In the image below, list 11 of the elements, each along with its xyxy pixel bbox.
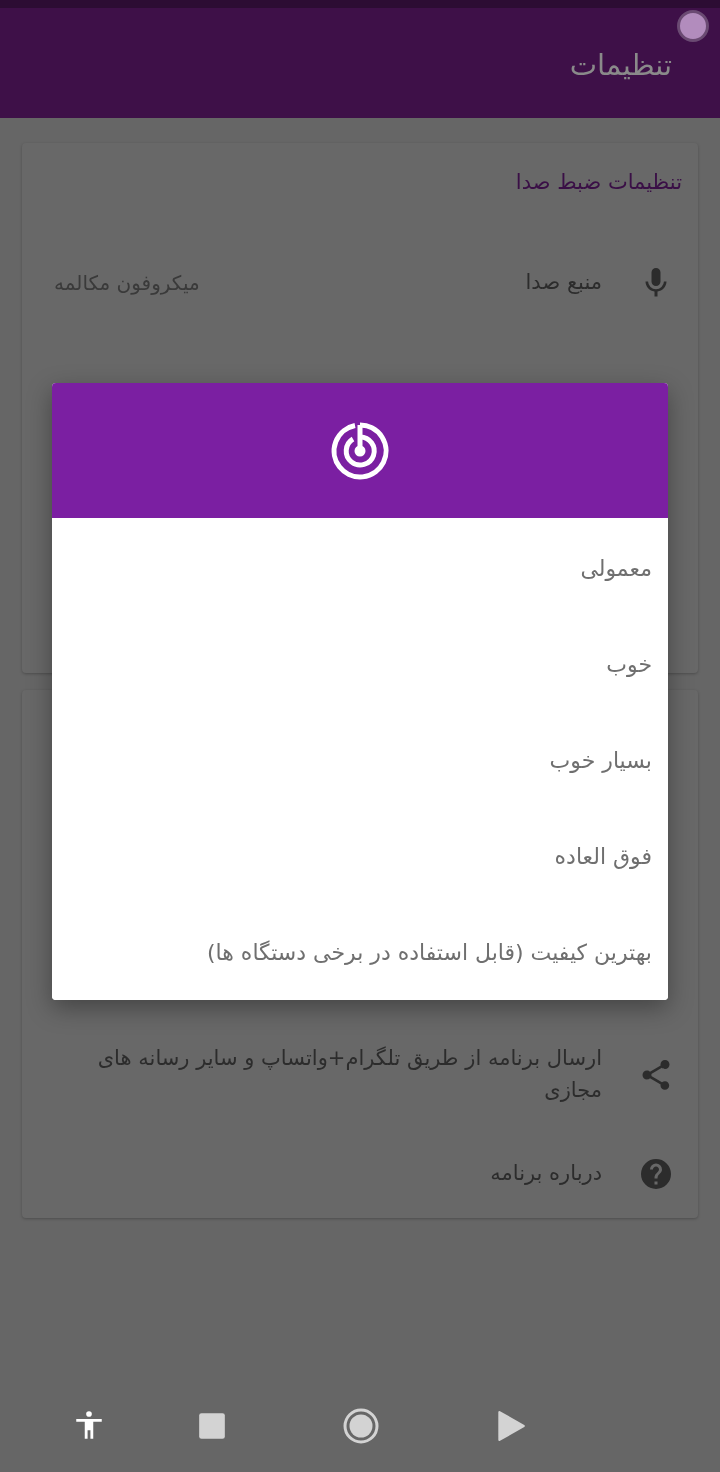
quality-option[interactable]: معمولی (52, 520, 668, 616)
help-icon (638, 1156, 674, 1192)
section-title: تنظیمات ضبط صدا (514, 169, 682, 196)
app-title: تنظیمات (569, 47, 672, 84)
play-icon[interactable] (497, 1411, 525, 1441)
quality-option[interactable]: بسیار خوب (52, 712, 668, 808)
stop-icon[interactable] (198, 1412, 226, 1440)
quality-option[interactable]: خوب (52, 616, 668, 712)
quality-option[interactable]: بهترین کیفیت (قابل استفاده در برخی دستگاه ها) (52, 904, 668, 1000)
home-icon[interactable] (343, 1408, 379, 1444)
quality-option[interactable]: فوق العاده (52, 808, 668, 904)
